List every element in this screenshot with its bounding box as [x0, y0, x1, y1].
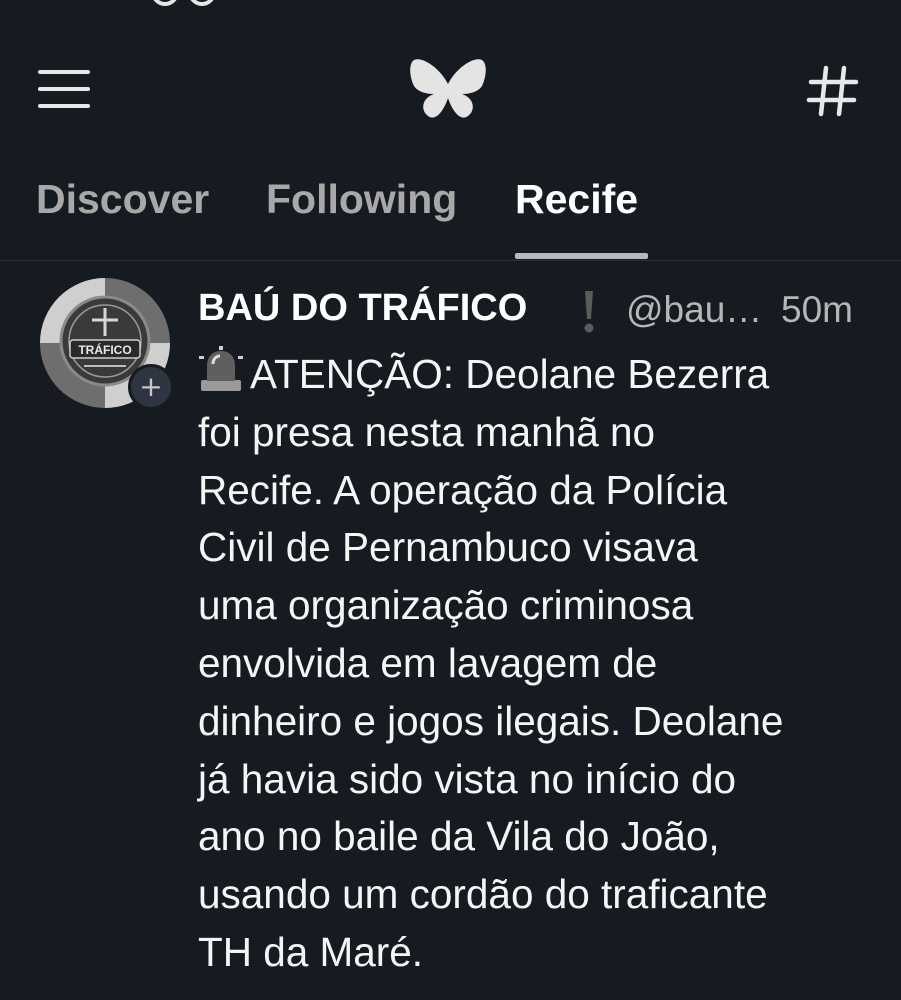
hashtag-icon[interactable]: [806, 64, 860, 118]
status-bar-notification-icons: [153, 0, 214, 6]
status-bar-system-icons: [522, 0, 852, 10]
active-tab-indicator: [515, 253, 648, 259]
post-text-line: TH da Maré.: [198, 928, 424, 975]
status-bar: [0, 0, 901, 18]
feed-post[interactable]: TRÁFICO + BAÚ DO TRÁFICO @bau… 50m ATENÇ…: [0, 262, 901, 1000]
tab-following[interactable]: Following: [266, 176, 457, 223]
post-text-line: usando um cordão do traficante: [198, 871, 768, 918]
post-text-line: foi presa nesta manhã no: [198, 408, 656, 455]
author-handle[interactable]: @bau…: [626, 289, 762, 331]
post-text-line: já havia sido vista no início do: [198, 755, 737, 802]
follow-button[interactable]: +: [128, 364, 174, 410]
tab-discover[interactable]: Discover: [36, 176, 209, 223]
tab-recife[interactable]: Recife: [515, 176, 638, 223]
author-avatar[interactable]: TRÁFICO +: [40, 278, 174, 410]
feed-tabs: Discover Following Recife: [0, 160, 901, 261]
post-header: BAÚ DO TRÁFICO @bau… 50m: [198, 287, 868, 337]
top-bar: [0, 50, 901, 130]
hamburger-menu-icon[interactable]: [38, 70, 92, 110]
avatar-logo-text: TRÁFICO: [78, 342, 131, 357]
exclamation-mark-icon: [584, 291, 594, 333]
post-text-line: envolvida em lavagem de: [198, 639, 658, 686]
post-text-line: ano no baile da Vila do João,: [198, 813, 720, 860]
post-text-line: ATENÇÃO: Deolane Bezerra: [250, 351, 770, 397]
post-text-line: Recife. A operação da Polícia: [198, 466, 728, 513]
post-text-line: dinheiro e jogos ilegais. Deolane: [198, 697, 784, 744]
post-text-line: Civil de Pernambuco visava: [198, 524, 698, 571]
post-text-line: uma organização criminosa: [198, 582, 694, 629]
butterfly-logo-icon[interactable]: [408, 54, 488, 122]
post-body-text: ATENÇÃO: Deolane Bezerra foi presa nesta…: [198, 346, 878, 982]
plus-icon: +: [139, 370, 163, 403]
author-name[interactable]: BAÚ DO TRÁFICO: [198, 287, 527, 330]
post-timestamp[interactable]: 50m: [781, 289, 853, 331]
